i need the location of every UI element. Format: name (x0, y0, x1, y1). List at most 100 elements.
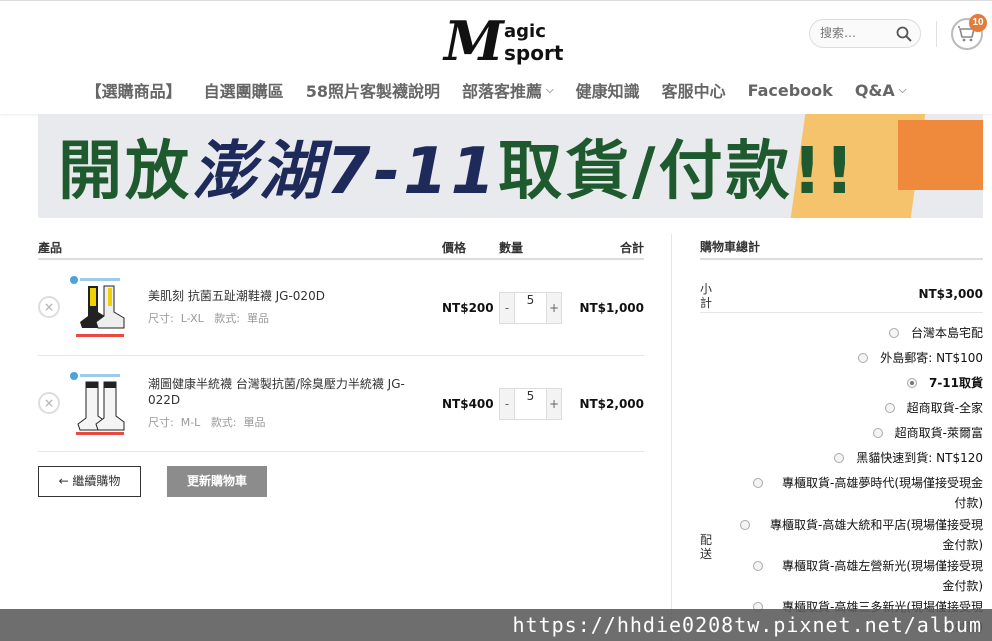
style-label: 款式: (214, 312, 240, 325)
quantity-input[interactable]: 5 (514, 293, 547, 323)
main-nav: 【選購商品】 自選團購區 58照片客製襪說明 部落客推薦 ⌵ 健康知識 客服中心 … (0, 77, 992, 103)
line-total: NT$2,000 (579, 397, 644, 411)
product-thumbnail[interactable] (68, 274, 132, 342)
nav-label: 58照片客製襪說明 (305, 82, 440, 101)
shipping-option[interactable]: 外島郵寄: NT$100 (858, 348, 983, 368)
quantity-stepper[interactable]: - 5 + (499, 292, 562, 324)
shipping-option[interactable]: 專櫃取貨-高雄大統和平店(現場僅接受現金付款) (740, 515, 983, 555)
update-cart-button[interactable]: 更新購物車 (167, 466, 267, 497)
shipping-option-label: 專櫃取貨-高雄大統和平店(現場僅接受現金付款) (769, 518, 983, 552)
quantity-decrease-button[interactable]: - (500, 293, 514, 323)
search-input[interactable] (820, 26, 896, 40)
cart-count-badge: 10 (969, 14, 987, 32)
search-box[interactable] (809, 19, 921, 48)
radio-button[interactable] (884, 402, 895, 413)
shipping-option-label: 黑貓快速到貨: NT$120 (856, 451, 983, 465)
nav-label: 健康知識 (575, 82, 640, 101)
subtotal-value: NT$3,000 (918, 287, 983, 301)
logo-text-agic: agic (504, 21, 546, 42)
magic-sport-logo[interactable]: M agic sport (440, 9, 580, 73)
site-header: M agic sport 10 【選購商品】 自選團購區 58照片客製襪說明 部… (0, 0, 992, 114)
logo-letter-m: M (444, 9, 504, 73)
shipping-label: 配送 (700, 533, 713, 561)
col-total: 合計 (619, 241, 644, 255)
logo-text-sport: sport (504, 41, 564, 65)
shipping-option[interactable]: 黑貓快速到貨: NT$120 (834, 448, 983, 468)
nav-item-blogger[interactable]: 部落客推薦 ⌵ (451, 77, 565, 103)
continue-shopping-button[interactable]: ← 繼續購物 (38, 466, 141, 497)
product-name[interactable]: 潮圖健康半統襪 台灣製抗菌/除臭壓力半統襪 JG-022D (148, 376, 428, 408)
style-label: 款式: (210, 416, 237, 429)
shipping-option-label: 專櫃取貨-高雄夢時代(現場僅接受現金付款) (781, 476, 983, 510)
style-value: 單品 (246, 312, 269, 325)
shipping-option[interactable]: 7-11取貨 (906, 373, 983, 393)
subtotal-label: 小計 (700, 282, 713, 310)
radio-button[interactable] (872, 427, 883, 438)
remove-item-button[interactable]: × (38, 296, 60, 318)
chevron-down-icon: ⌵ (898, 84, 907, 96)
cart-row: × 潮圖健康半統襪 台灣製抗菌/除臭壓力半統襪 JG-022D 尺寸: M-L … (38, 356, 644, 452)
size-value: M-L (180, 416, 201, 429)
nav-item-photo-socks[interactable]: 58照片客製襪說明 (295, 77, 451, 103)
shipping-option[interactable]: 專櫃取貨-高雄夢時代(現場僅接受現金付款) (753, 473, 983, 513)
radio-button[interactable] (858, 352, 869, 363)
nav-item-group-buy[interactable]: 自選團購區 (193, 77, 295, 103)
nav-item-products[interactable]: 【選購商品】 (75, 77, 193, 103)
nav-label: 自選團購區 (203, 82, 284, 101)
quantity-input[interactable]: 5 (514, 389, 547, 419)
banner-text-open: 開放 (58, 135, 192, 209)
promo-banner[interactable]: 開放澎湖7-11取貨/付款!! (38, 114, 983, 218)
cart-totals-title: 購物車總計 (700, 238, 983, 260)
shipping-option[interactable]: 台灣本島宅配 (888, 323, 983, 343)
size-label: 尺寸: (148, 312, 174, 325)
col-qty: 數量 (499, 241, 524, 255)
column-divider (671, 234, 672, 641)
nav-label: Facebook (747, 80, 833, 100)
shipping-option[interactable]: 超商取貨-全家 (884, 398, 983, 418)
shipping-option-label: 台灣本島宅配 (910, 326, 983, 340)
quantity-increase-button[interactable]: + (547, 389, 561, 419)
radio-button[interactable] (753, 478, 763, 488)
shipping-option[interactable]: 超商取貨-萊爾富 (872, 423, 983, 443)
size-label: 尺寸: (148, 416, 174, 429)
radio-button[interactable] (888, 327, 899, 338)
quantity-stepper[interactable]: - 5 + (499, 388, 562, 420)
size-value: L-XL (180, 312, 204, 325)
shipping-option-label: 外島郵寄: NT$100 (880, 351, 983, 365)
radio-button[interactable] (834, 452, 845, 463)
cart-table-header: 產品 價格 數量 合計 (38, 238, 644, 260)
remove-item-button[interactable]: × (38, 392, 60, 414)
product-variation: 尺寸: L-XL 款式: 單品 (148, 310, 269, 326)
radio-button[interactable] (740, 520, 750, 530)
shipping-option-label: 超商取貨-萊爾富 (894, 426, 983, 440)
quantity-decrease-button[interactable]: - (500, 389, 514, 419)
product-name[interactable]: 美肌刻 抗菌五趾潮鞋襪 JG-020D (148, 288, 325, 304)
chevron-down-icon: ⌵ (545, 84, 554, 96)
banner-text: 開放澎湖7-11取貨/付款!! (58, 120, 857, 212)
watermark-url: https://hhdie0208tw.pixnet.net/album (512, 613, 982, 637)
nav-label: 【選購商品】 (85, 82, 182, 101)
nav-item-service[interactable]: 客服中心 (651, 77, 737, 103)
nav-label: 客服中心 (661, 82, 726, 101)
nav-item-facebook[interactable]: Facebook (737, 77, 844, 103)
unit-price: NT$200 (442, 301, 494, 315)
cart-button[interactable]: 10 (951, 14, 987, 50)
search-icon[interactable] (896, 26, 912, 42)
nav-label: Q&A (854, 80, 895, 100)
banner-text-pickup: 取貨/付款!! (498, 135, 857, 209)
product-thumbnail[interactable] (68, 370, 132, 438)
nav-item-qa[interactable]: Q&A ⌵ (844, 77, 918, 103)
radio-button[interactable] (753, 561, 763, 571)
shipping-option[interactable]: 專櫃取貨-高雄左營新光(現場僅接受現金付款) (753, 556, 983, 596)
radio-button[interactable] (906, 377, 917, 388)
shopping-bag-graphic (898, 120, 983, 190)
banner-text-penghu: 澎湖7-11 (192, 135, 499, 209)
header-divider (936, 21, 937, 47)
shipping-option-label: 超商取貨-全家 (906, 401, 983, 415)
unit-price: NT$400 (442, 397, 494, 411)
nav-label: 部落客推薦 (461, 82, 542, 101)
cart-row: × 美肌刻 抗菌五趾潮鞋襪 JG-020D 尺寸: L-XL 款式: 單品 NT… (38, 260, 644, 356)
quantity-increase-button[interactable]: + (547, 293, 561, 323)
shipping-option-label: 專櫃取貨-高雄左營新光(現場僅接受現金付款) (781, 559, 983, 593)
nav-item-health[interactable]: 健康知識 (565, 77, 651, 103)
